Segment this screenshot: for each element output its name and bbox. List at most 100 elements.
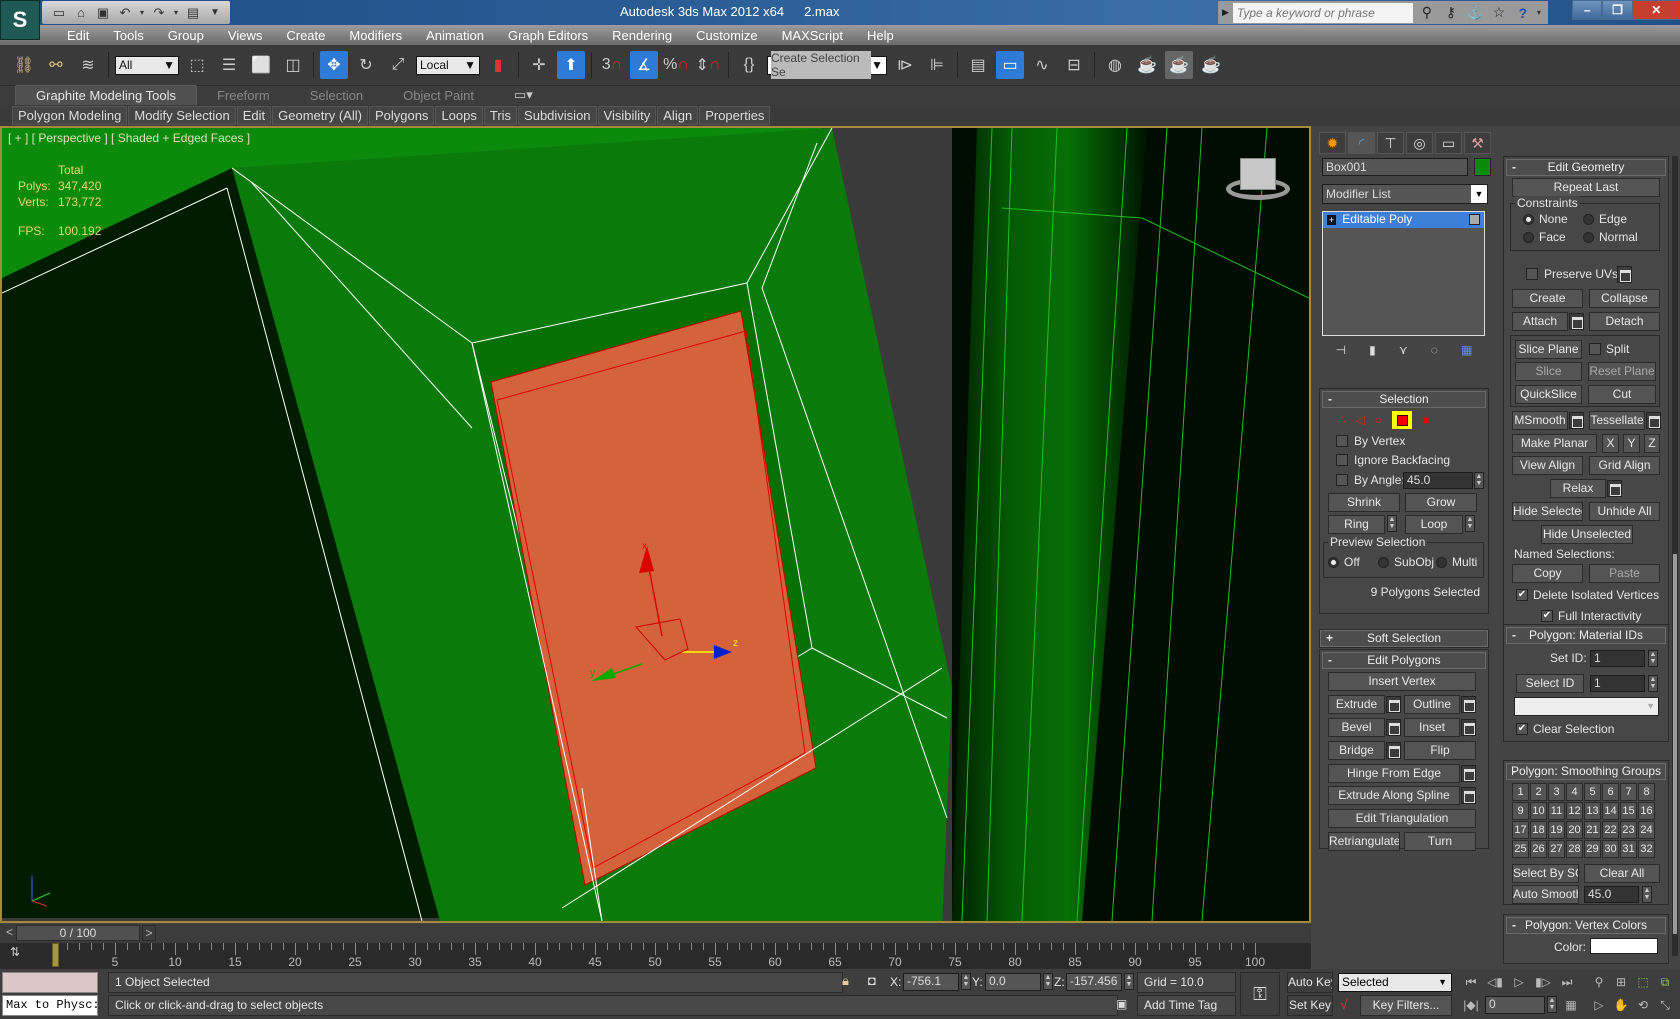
tab-graphite-modeling-tools[interactable]: Graphite Modeling Tools [15, 85, 197, 105]
help-icon[interactable]: ? [1513, 5, 1533, 21]
menu-customize[interactable]: Customize [684, 28, 769, 43]
copy-button[interactable]: Copy [1512, 564, 1583, 583]
vertex-level-icon[interactable]: ∴ [1338, 413, 1346, 427]
planar-x-button[interactable]: X [1602, 434, 1619, 453]
hierarchy-icon[interactable]: ⊤ [1377, 132, 1404, 154]
reset-plane-button[interactable]: Reset Plane [1588, 362, 1656, 381]
save-icon[interactable]: ▣ [94, 5, 112, 21]
menu-maxscript[interactable]: MAXScript [770, 28, 855, 43]
panel-geometry-all[interactable]: Geometry (All) [272, 106, 368, 125]
command-panel-scrollbar[interactable] [1672, 156, 1678, 956]
smoothing-group-button[interactable]: 2 [1530, 783, 1547, 801]
viewport-label[interactable]: [ + ] [ Perspective ] [ Shaded + Edged F… [8, 131, 250, 145]
cut-button[interactable]: Cut [1588, 385, 1656, 404]
auto-smooth-threshold-field[interactable]: 45.0 [1584, 886, 1639, 903]
preserve-uvs-checkbox[interactable] [1526, 268, 1538, 280]
zoom-extents-all-icon[interactable]: ⧉ [1654, 973, 1676, 991]
preview-off-radio[interactable] [1328, 557, 1339, 568]
scrollbar-thumb[interactable] [1673, 554, 1677, 934]
smoothing-group-button[interactable]: 29 [1584, 840, 1601, 858]
material-ids-header[interactable]: - Polygon: Material IDs [1506, 627, 1666, 644]
reference-coord-dropdown[interactable]: Local ▼ [416, 55, 480, 75]
close-button[interactable]: ✕ [1632, 0, 1680, 20]
smoothing-group-button[interactable]: 8 [1638, 783, 1655, 801]
smoothing-group-button[interactable]: 1 [1512, 783, 1529, 801]
ignore-backfacing-checkbox[interactable] [1336, 454, 1348, 466]
create-button[interactable]: Create [1512, 289, 1583, 308]
quickslice-button[interactable]: QuickSlice [1515, 385, 1582, 404]
repeat-last-button[interactable]: Repeat Last [1512, 178, 1660, 197]
curve-icon[interactable]: √ [1340, 996, 1348, 1012]
time-configuration-icon[interactable]: ▦ [1560, 996, 1582, 1014]
x-spinner[interactable]: ▲ ▼ [961, 973, 971, 990]
select-id-spinner[interactable]: ▲ ▼ [1648, 675, 1658, 692]
smoothing-group-button[interactable]: 11 [1548, 802, 1565, 820]
extrude-button[interactable]: Extrude [1328, 695, 1385, 714]
zoom-extents-icon[interactable]: ⬚ [1632, 973, 1654, 991]
zoom-icon[interactable]: ⚲ [1588, 973, 1610, 991]
make-unique-icon[interactable]: ⋎ [1399, 343, 1408, 361]
smoothing-group-button[interactable]: 27 [1548, 840, 1565, 858]
percent-snap-icon[interactable]: % ∩ [662, 51, 690, 79]
select-move-icon[interactable]: ✥ [320, 51, 348, 79]
smoothing-group-button[interactable]: 6 [1602, 783, 1619, 801]
tessellate-button[interactable]: Tessellate [1589, 411, 1645, 430]
absolute-mode-icon[interactable]: ◘ [868, 973, 876, 988]
search-input[interactable] [1232, 2, 1413, 23]
clear-all-button[interactable]: Clear All [1584, 864, 1660, 883]
add-time-tag-button[interactable]: Add Time Tag [1137, 995, 1236, 1016]
object-color-swatch[interactable] [1474, 158, 1491, 176]
render-setup-icon[interactable]: ☕ [1133, 51, 1161, 79]
relax-settings-icon[interactable] [1607, 480, 1622, 497]
border-level-icon[interactable]: ○ [1375, 413, 1382, 427]
panel-loops[interactable]: Loops [435, 106, 483, 125]
smoothing-group-button[interactable]: 30 [1602, 840, 1619, 858]
by-angle-checbox[interactable] [1336, 474, 1348, 486]
edit-named-selection-icon[interactable]: {} [735, 51, 763, 79]
element-level-icon[interactable]: ■ [1422, 413, 1429, 427]
slice-button[interactable]: Slice [1515, 362, 1582, 381]
new-icon[interactable]: ▭ [50, 5, 68, 21]
preview-multi-radio[interactable] [1436, 557, 1447, 568]
create-icon[interactable]: ✹ [1319, 132, 1346, 154]
y-spinner[interactable]: ▲ ▼ [1043, 973, 1053, 990]
smoothing-group-button[interactable]: 4 [1566, 783, 1583, 801]
constraint-normal-radio[interactable] [1583, 232, 1594, 243]
menu-group[interactable]: Group [156, 28, 216, 43]
extrude-spline-settings-icon[interactable] [1461, 787, 1476, 804]
orbit-icon[interactable]: ⟲ [1632, 996, 1654, 1014]
selection-filter-dropdown[interactable]: All ▼ [115, 55, 179, 75]
open-mini-curve-editor-icon[interactable]: ⇅ [10, 945, 32, 965]
grid-align-button[interactable]: Grid Align [1589, 456, 1660, 475]
loop-button[interactable]: Loop [1405, 515, 1463, 534]
bind-space-warp-icon[interactable]: ≋ [74, 51, 102, 79]
edge-level-icon[interactable]: ◁ [1356, 413, 1365, 427]
menu-tools[interactable]: Tools [101, 28, 155, 43]
set-keys-key-icon[interactable]: ⚿ [1240, 972, 1280, 1016]
ring-spinner[interactable]: ▲ ▼ [1387, 515, 1397, 532]
current-frame-field[interactable]: 0 [1485, 996, 1545, 1014]
soft-selection-header[interactable]: + Soft Selection [1320, 630, 1488, 647]
smoothing-group-button[interactable]: 9 [1512, 802, 1529, 820]
menu-views[interactable]: Views [216, 28, 274, 43]
satellite-icon[interactable]: ⚓ [1465, 4, 1485, 21]
angle-spinner-field[interactable]: 45.0 [1403, 472, 1473, 489]
material-editor-icon[interactable]: ◍ [1101, 51, 1129, 79]
grow-button[interactable]: Grow [1405, 493, 1477, 512]
snaps-toggle-icon[interactable]: 3 ∩ [598, 51, 626, 79]
insert-vertex-button[interactable]: Insert Vertex [1328, 672, 1476, 691]
manipulate-icon[interactable]: ✛ [525, 51, 553, 79]
y-coordinate-field[interactable]: 0.0 [985, 973, 1041, 991]
inset-settings-icon[interactable] [1461, 719, 1476, 736]
bridge-button[interactable]: Bridge [1328, 741, 1385, 760]
relax-button[interactable]: Relax [1550, 479, 1606, 498]
menu-create[interactable]: Create [274, 28, 337, 43]
constraint-none-radio[interactable] [1523, 214, 1534, 225]
schematic-view-icon[interactable]: ⊟ [1060, 51, 1088, 79]
redo-icon[interactable]: ↷ [150, 5, 168, 21]
expand-arrow-icon[interactable]: ▶ [1222, 7, 1229, 18]
smoothing-group-button[interactable]: 16 [1638, 802, 1655, 820]
redo-dropdown-icon[interactable]: ▾ [172, 5, 180, 21]
help-dropdown-icon[interactable]: ▾ [1537, 8, 1541, 17]
unhide-all-button[interactable]: Unhide All [1589, 502, 1660, 521]
